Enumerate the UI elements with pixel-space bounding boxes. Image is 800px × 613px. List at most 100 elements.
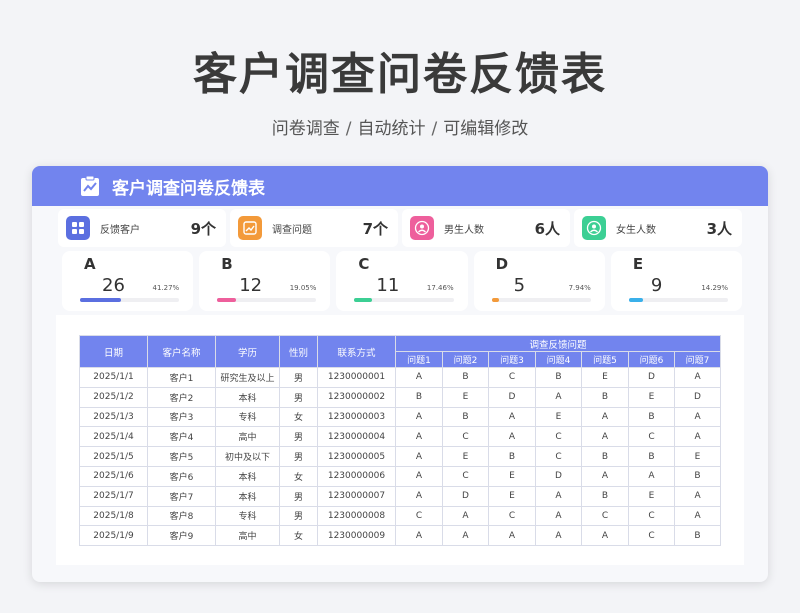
table-cell: A: [673, 367, 722, 388]
table-cell: 男: [279, 367, 318, 388]
grade-letter: E: [632, 255, 644, 273]
table-cell: A: [535, 525, 582, 547]
grade-progress-track: [354, 298, 454, 302]
table-cell: B: [581, 446, 629, 467]
table-row: 2025/1/5 客户5 初中及以下男 1230000005 A E B C B B E: [79, 446, 722, 467]
subtitle-separator: /: [431, 119, 438, 139]
question-header: 问题5: [581, 351, 629, 368]
grade-percent: 17.46%: [426, 284, 454, 292]
table-cell: 2025/1/2: [79, 386, 148, 408]
table-cell: 本科: [215, 485, 280, 507]
column-header: 日期: [79, 335, 148, 368]
subtitle-separator: /: [345, 119, 352, 139]
table-cell: C: [488, 505, 536, 527]
table-cell: C: [628, 505, 675, 527]
table-cell: A: [535, 485, 582, 507]
table-row: 2025/1/3 客户3 专科女 1230000003 A B A E A B A: [79, 406, 722, 428]
stat-card: 男生人数 6人: [402, 209, 570, 247]
table-cell: A: [395, 465, 443, 487]
question-header: 问题1: [395, 351, 443, 368]
grade-letter: B: [221, 255, 233, 273]
table-cell: A: [488, 525, 536, 547]
table-cell: 男: [279, 505, 318, 527]
table-cell: B: [673, 465, 722, 487]
table-cell: C: [581, 505, 629, 527]
table-cell: A: [581, 406, 629, 428]
table-cell: 1230000007: [317, 485, 396, 507]
question-header: 问题2: [442, 351, 489, 368]
stat-card: 反馈客户 9个: [58, 209, 226, 247]
table-cell: 2025/1/8: [79, 505, 148, 527]
table-cell: 2025/1/3: [79, 406, 148, 428]
table-cell: B: [673, 525, 722, 547]
table-cell: 2025/1/9: [79, 525, 148, 547]
table-cell: 客户6: [147, 465, 216, 487]
table-cell: 高中: [215, 525, 280, 547]
table-cell: 1230000001: [317, 367, 396, 388]
table-cell: A: [395, 525, 443, 547]
user-icon: [582, 216, 606, 240]
grade-card: D 5 7.94%: [473, 251, 605, 311]
table-cell: A: [395, 485, 443, 507]
stat-label: 男生人数: [444, 224, 484, 236]
table-cell: 研究生及以上: [215, 367, 280, 388]
stat-label: 反馈客户: [100, 224, 140, 236]
table-cell: B: [395, 386, 443, 408]
table-cell: C: [395, 505, 443, 527]
grade-card: B 12 19.05%: [199, 251, 331, 311]
grade-percent: 7.94%: [568, 284, 591, 292]
feedback-panel: 客户调查问卷反馈表 反馈客户 9个 调查问题 7个 男生人数 6人 女生人数 3人 A 26 41…: [32, 166, 768, 582]
table-cell: B: [488, 446, 536, 467]
table-cell: 1230000009: [317, 525, 396, 547]
grade-card: C 11 17.46%: [336, 251, 468, 311]
table-cell: 专科: [215, 505, 280, 527]
question-header: 问题4: [535, 351, 582, 368]
subtitle-part: 自动统计: [357, 119, 426, 139]
table-cell: A: [581, 525, 629, 547]
column-header: 客户名称: [147, 335, 216, 368]
subtitle-part: 问卷调查: [271, 119, 340, 139]
table-cell: 2025/1/1: [79, 367, 148, 388]
table-cell: E: [628, 485, 675, 507]
grade-letter: C: [358, 255, 370, 273]
grade-progress-fill: [80, 298, 121, 302]
table-row: 2025/1/4 客户4 高中男 1230000004 A C A C A C A: [79, 426, 722, 448]
grade-percent: 14.29%: [701, 284, 729, 292]
table-cell: A: [442, 505, 489, 527]
table-cell: 女: [279, 525, 318, 547]
table-cell: 客户7: [147, 485, 216, 507]
table-cell: A: [395, 367, 443, 388]
grade-progress-fill: [491, 298, 500, 302]
grade-progress-fill: [628, 298, 643, 302]
table-cell: D: [442, 485, 489, 507]
table-cell: C: [628, 525, 675, 547]
grade-progress-track: [628, 298, 729, 302]
table-cell: E: [628, 386, 675, 408]
table-cell: B: [628, 406, 675, 428]
table-cell: A: [673, 426, 722, 448]
table-cell: E: [442, 386, 489, 408]
table-cell: 客户4: [147, 426, 216, 448]
grade-percent: 19.05%: [289, 284, 317, 292]
grades-row: A 26 41.27% B 12 19.05% C 11 17.46% D 5 7.94% E 9 14.2…: [62, 251, 743, 311]
table-cell: D: [535, 465, 582, 487]
column-header: 性别: [279, 335, 318, 368]
table-cell: A: [535, 505, 582, 527]
table-cell: A: [628, 465, 675, 487]
trend-icon: [238, 216, 262, 240]
grade-count: 12: [239, 275, 263, 296]
stat-value: 7个: [362, 219, 388, 238]
grade-count: 11: [376, 275, 400, 296]
table-cell: A: [488, 426, 536, 448]
table-cell: 男: [279, 386, 318, 408]
stat-value: 6人: [534, 219, 560, 238]
table-cell: C: [535, 446, 582, 467]
column-header: 学历: [215, 335, 280, 368]
table-cell: 初中及以下: [215, 446, 280, 467]
question-header: 问题3: [488, 351, 536, 368]
table-cell: 高中: [215, 426, 280, 448]
grade-letter: A: [84, 255, 96, 273]
table-cell: 本科: [215, 386, 280, 408]
table-cell: 女: [279, 406, 318, 428]
table-row: 2025/1/2 客户2 本科男 1230000002 B E D A B E D: [79, 386, 722, 408]
